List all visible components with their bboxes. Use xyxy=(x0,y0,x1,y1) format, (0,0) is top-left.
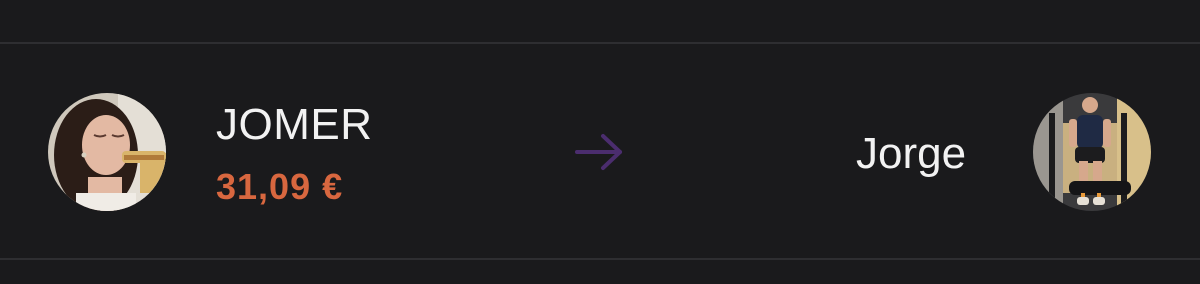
transfer-amount: 31,09 € xyxy=(216,166,344,207)
recipient-avatar[interactable] xyxy=(1033,93,1151,211)
bottom-divider xyxy=(0,258,1200,260)
sender-avatar[interactable] xyxy=(48,93,166,211)
arrow-right-icon xyxy=(574,132,624,172)
sender-name: JOMER xyxy=(216,100,373,149)
sender-avatar-photo xyxy=(48,93,166,211)
transfer-screen: JOMER 31,09 € Jorge xyxy=(0,0,1200,284)
transfer-row[interactable]: JOMER 31,09 € Jorge xyxy=(0,44,1200,258)
recipient-avatar-photo xyxy=(1033,93,1151,211)
recipient-name: Jorge xyxy=(856,129,967,178)
